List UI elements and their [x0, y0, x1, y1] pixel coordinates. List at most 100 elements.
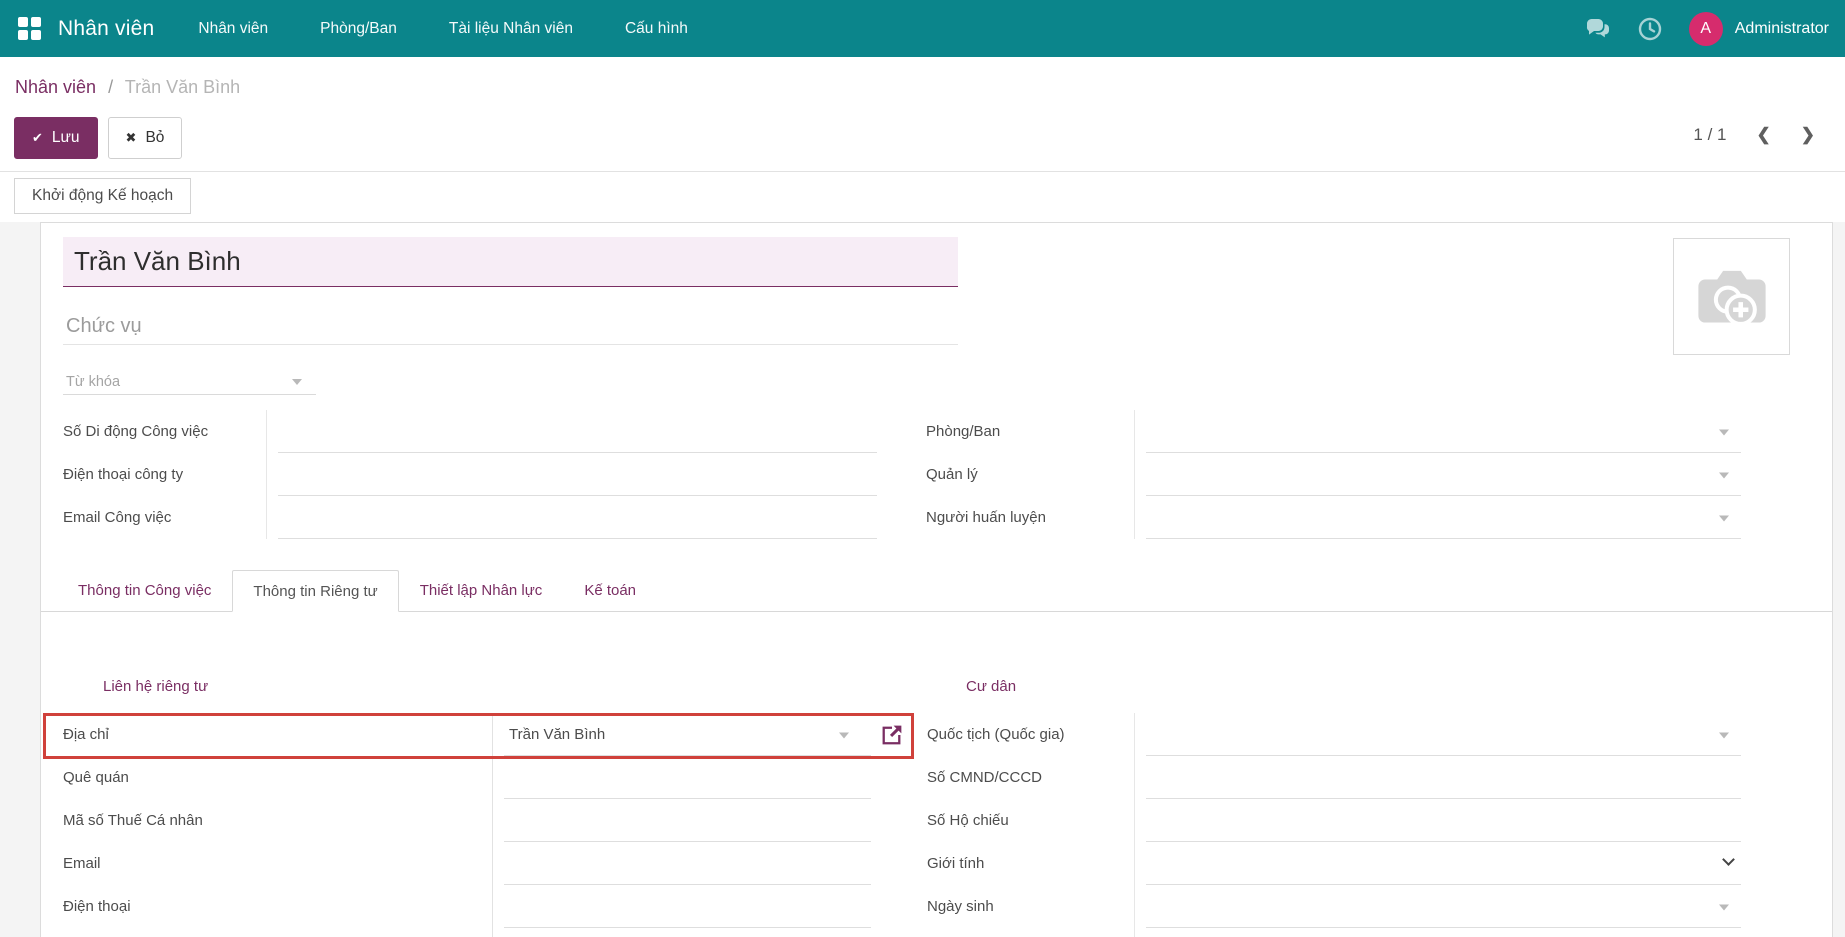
launch-plan-button[interactable]: Khởi động Kế hoạch [14, 178, 191, 214]
field-label: Địa chỉ [63, 726, 492, 743]
field-row-private-email: Email [63, 842, 871, 885]
citizenship-section-title: Cư dân [966, 678, 1016, 695]
field-row-nationality: Quốc tịch (Quốc gia) [927, 713, 1741, 756]
field-row-passport: Số Hộ chiếu [927, 799, 1741, 842]
employee-photo-upload[interactable] [1673, 238, 1790, 355]
field-label: Mã số Thuế Cá nhân [63, 812, 492, 829]
apps-grid-icon [18, 17, 41, 40]
menu-item-configuration[interactable]: Cấu hình [625, 20, 688, 38]
manager-select[interactable] [1134, 453, 1741, 496]
field-label: Email Công việc [63, 509, 266, 526]
citizenship-group: Quốc tịch (Quốc gia) Số CMND/CCCD Số Hộ … [927, 713, 1741, 928]
pager-previous-icon[interactable]: ❮ [1757, 125, 1771, 145]
field-label: Người huấn luyện [926, 509, 1134, 526]
date-of-birth-input[interactable] [1134, 885, 1741, 928]
breadcrumb-root-link[interactable]: Nhân viên [15, 77, 96, 97]
field-label: Ngày sinh [927, 898, 1134, 915]
external-link-icon[interactable] [878, 722, 905, 749]
field-label: Giới tính [927, 855, 1134, 872]
tab-accounting[interactable]: Kế toán [563, 570, 657, 611]
menu-item-departments[interactable]: Phòng/Ban [320, 20, 397, 38]
content-area: Trần Văn Bình Chức vụ Từ khóa Số D [0, 222, 1845, 937]
department-select[interactable] [1134, 410, 1741, 453]
id-number-input[interactable] [1134, 756, 1741, 799]
discard-button-label: Bỏ [145, 129, 164, 147]
private-phone-input[interactable] [492, 885, 871, 928]
odoo-employee-form-screen: Nhân viên Nhân viên Phòng/Ban Tài liệu N… [0, 0, 1845, 937]
user-menu[interactable]: A Administrator [1689, 12, 1829, 46]
private-email-input[interactable] [492, 842, 871, 885]
field-row-private-phone: Điện thoại [63, 885, 871, 928]
nationality-select[interactable] [1134, 713, 1741, 756]
job-position-input[interactable]: Chức vụ [63, 309, 958, 345]
chevron-down-icon[interactable] [1719, 429, 1729, 435]
field-row-department: Phòng/Ban [926, 410, 1741, 453]
work-phone-input[interactable] [266, 453, 877, 496]
field-label: Quê quán [63, 769, 492, 786]
top-navbar: Nhân viên Nhân viên Phòng/Ban Tài liệu N… [0, 0, 1845, 57]
field-label: Phòng/Ban [926, 423, 1134, 440]
field-row-work-phone: Điện thoại công ty [63, 453, 877, 496]
form-statusbar: Khởi động Kế hoạch [0, 172, 1845, 222]
chevron-down-icon[interactable] [292, 379, 302, 385]
save-button[interactable]: ✔ Lưu [14, 117, 98, 159]
record-pager: 1 / 1 ❮ ❯ [1693, 125, 1815, 145]
field-label: Email [63, 855, 492, 872]
field-row-work-mobile: Số Di động Công việc [63, 410, 877, 453]
chevron-down-icon[interactable] [1719, 472, 1729, 478]
discard-button[interactable]: ✖ Bỏ [108, 117, 183, 159]
personal-tax-code-input[interactable] [492, 799, 871, 842]
gender-select[interactable] [1134, 842, 1741, 885]
field-row-coach: Người huấn luyện [926, 496, 1741, 539]
field-label: Điện thoại [63, 898, 492, 915]
private-contact-section-title: Liên hệ riêng tư [103, 678, 208, 695]
field-label: Số Di động Công việc [63, 423, 266, 440]
work-org-group: Phòng/Ban Quản lý Người huấn luyện [926, 410, 1741, 539]
breadcrumb: Nhân viên / Trần Văn Bình [15, 77, 240, 98]
tab-private-information[interactable]: Thông tin Riêng tư [232, 570, 398, 612]
select-chevron-icon[interactable] [1722, 853, 1735, 866]
control-panel: Nhân viên / Trần Văn Bình ✔ Lưu ✖ Bỏ 1 /… [0, 57, 1845, 172]
breadcrumb-separator: / [108, 77, 113, 97]
tags-input[interactable]: Từ khóa [63, 369, 316, 395]
menu-item-employee-documents[interactable]: Tài liệu Nhân viên [449, 20, 573, 38]
check-icon: ✔ [32, 130, 43, 146]
field-label: Quản lý [926, 466, 1134, 483]
tab-work-information[interactable]: Thông tin Công việc [57, 570, 232, 611]
field-row-work-email: Email Công việc [63, 496, 877, 539]
field-row-id-number: Số CMND/CCCD [927, 756, 1741, 799]
work-email-input[interactable] [266, 496, 877, 539]
chevron-down-icon[interactable] [839, 732, 849, 738]
work-mobile-input[interactable] [266, 410, 877, 453]
address-value: Trần Văn Bình [492, 726, 605, 743]
save-button-label: Lưu [52, 129, 80, 147]
form-sheet: Trần Văn Bình Chức vụ Từ khóa Số D [40, 222, 1833, 937]
chevron-down-icon[interactable] [1719, 904, 1729, 910]
notebook-tabs: Thông tin Công việc Thông tin Riêng tư T… [41, 570, 1832, 612]
field-row-place-of-birth: Quê quán [63, 756, 871, 799]
employee-name-input[interactable]: Trần Văn Bình [63, 237, 958, 287]
breadcrumb-current: Trần Văn Bình [125, 77, 240, 97]
app-title: Nhân viên [58, 17, 154, 41]
chevron-down-icon[interactable] [1719, 515, 1729, 521]
coach-select[interactable] [1134, 496, 1741, 539]
field-row-manager: Quản lý [926, 453, 1741, 496]
place-of-birth-input[interactable] [492, 756, 871, 799]
field-row-address: Địa chỉ Trần Văn Bình [63, 713, 871, 756]
menu-item-employees[interactable]: Nhân viên [198, 20, 268, 38]
tab-hr-settings[interactable]: Thiết lập Nhân lực [399, 570, 564, 611]
work-contact-group: Số Di động Công việc Điện thoại công ty … [63, 410, 877, 539]
address-select[interactable]: Trần Văn Bình [492, 713, 871, 756]
pager-next-icon[interactable]: ❯ [1801, 125, 1815, 145]
chevron-down-icon[interactable] [1719, 732, 1729, 738]
field-label: Quốc tịch (Quốc gia) [927, 726, 1134, 743]
passport-input[interactable] [1134, 799, 1741, 842]
field-label: Điện thoại công ty [63, 466, 266, 483]
tags-placeholder: Từ khóa [66, 374, 120, 390]
activity-clock-icon[interactable] [1637, 16, 1663, 42]
x-icon: ✖ [126, 130, 137, 146]
chat-bubbles-icon[interactable] [1585, 16, 1611, 42]
apps-menu-button[interactable] [0, 0, 58, 57]
field-label: Số CMND/CCCD [927, 769, 1134, 786]
user-name: Administrator [1735, 20, 1829, 38]
